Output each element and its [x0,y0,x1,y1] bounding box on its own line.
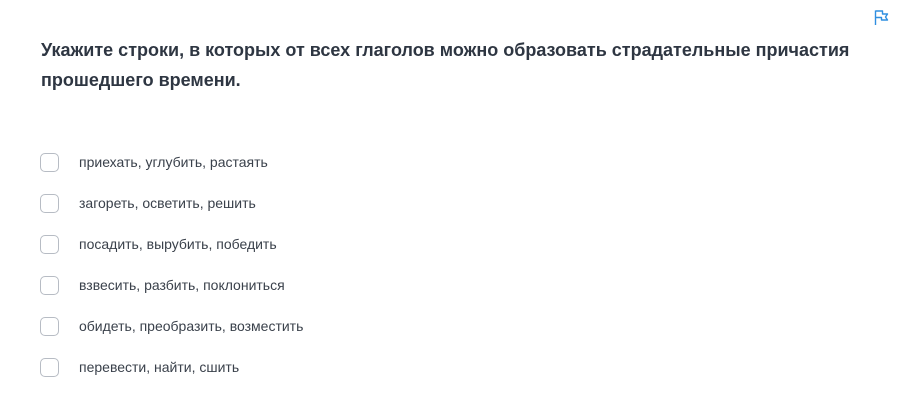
answer-option[interactable]: посадить, вырубить, победить [40,232,303,256]
answer-option-label: обидеть, преобразить, возместить [79,318,304,334]
answer-checkbox[interactable] [40,357,59,377]
answer-option-label: приехать, углубить, растаять [79,154,268,170]
answer-option-label: взвесить, разбить, поклониться [79,277,285,293]
answer-checkbox[interactable] [40,193,59,213]
answer-option[interactable]: взвесить, разбить, поклониться [40,273,303,297]
answer-option[interactable]: перевести, найти, сшить [40,355,303,379]
answer-option-label: посадить, вырубить, победить [79,236,277,252]
answer-checkbox[interactable] [40,152,59,172]
question-text: Укажите строки, в которых от всех глагол… [41,40,850,90]
answer-checkbox[interactable] [40,275,59,295]
answer-options-list: приехать, углубить, растаять загореть, о… [40,150,303,396]
answer-option[interactable]: загореть, осветить, решить [40,191,303,215]
answer-option-label: перевести, найти, сшить [79,359,240,375]
answer-option[interactable]: обидеть, преобразить, возместить [40,314,303,338]
answer-option-label: загореть, осветить, решить [79,195,256,211]
answer-option[interactable]: приехать, углубить, растаять [40,150,303,174]
answer-checkbox[interactable] [40,234,59,254]
flag-icon[interactable] [873,9,890,26]
answer-checkbox[interactable] [40,316,59,336]
